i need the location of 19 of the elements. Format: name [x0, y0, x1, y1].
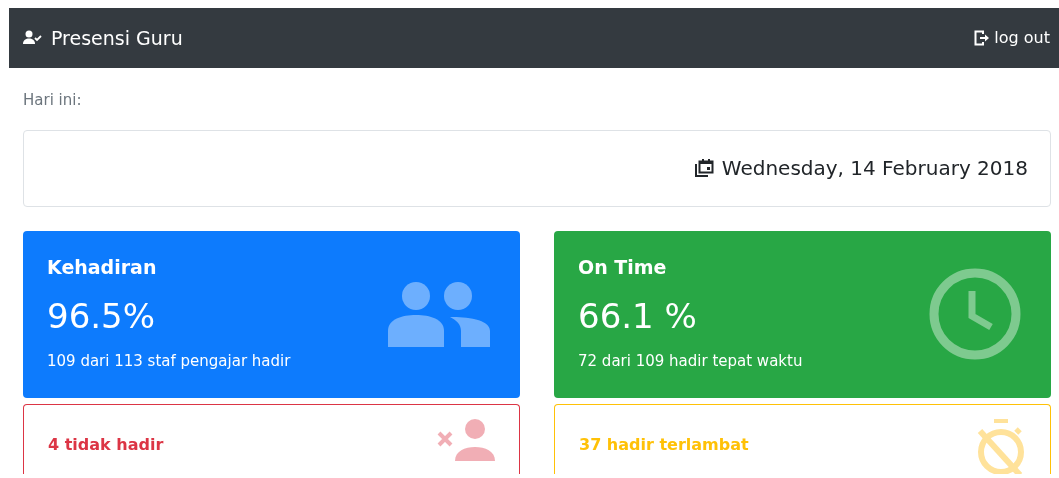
date-text: Wednesday, 14 February 2018 [721, 155, 1028, 182]
today-label: Hari ini: [23, 90, 83, 111]
group-icon [388, 281, 490, 347]
alert-title: 37 hadir terlambat [579, 433, 749, 456]
calendar-icon [693, 158, 714, 178]
stat-title: On Time [578, 254, 667, 280]
app-title: Presensi Guru [51, 25, 183, 51]
user-remove-icon [437, 418, 495, 461]
stat-value: 96.5% [47, 295, 155, 338]
stat-detail: 72 dari 109 hadir tepat waktu [578, 351, 803, 372]
logout-link[interactable]: log out [974, 26, 1050, 50]
user-check-icon [23, 30, 43, 46]
stat-title: Kehadiran [47, 254, 157, 280]
timer-off-icon [976, 418, 1026, 474]
stat-detail: 109 dari 113 staf pengajar hadir [47, 351, 291, 372]
clock-icon [929, 268, 1021, 360]
stat-value: 66.1 % [578, 295, 697, 338]
alert-title: 4 tidak hadir [48, 433, 164, 456]
logout-icon [974, 30, 991, 46]
